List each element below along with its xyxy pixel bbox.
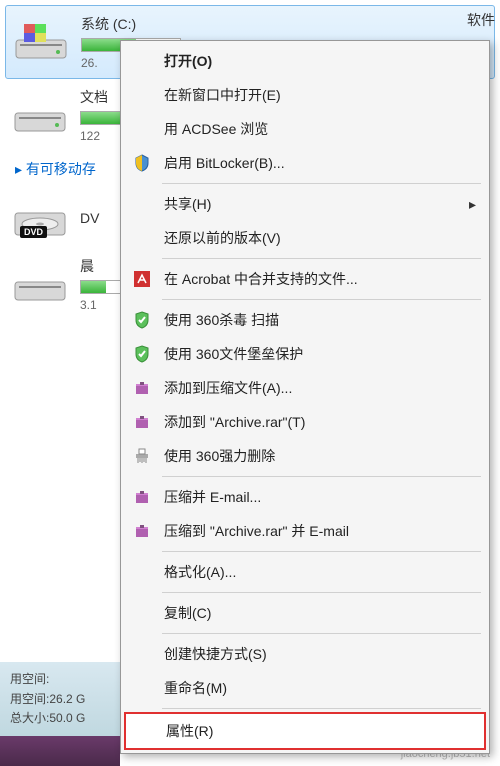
menu-separator	[162, 476, 481, 477]
menu-acrobat[interactable]: 在 Acrobat 中合并支持的文件...	[124, 262, 486, 296]
menu-separator	[162, 551, 481, 552]
winrar-icon	[132, 521, 152, 541]
total-size-label: 总大小:	[10, 709, 49, 728]
menu-format[interactable]: 格式化(A)...	[124, 555, 486, 589]
menu-restore-version[interactable]: 还原以前的版本(V)	[124, 221, 486, 255]
menu-acdsee[interactable]: 用 ACDSee 浏览	[124, 112, 486, 146]
dvd-icon: DVD	[10, 195, 70, 240]
menu-separator	[162, 633, 481, 634]
winrar-icon	[132, 412, 152, 432]
shield360-icon	[132, 310, 152, 330]
menu-open[interactable]: 打开(O)	[124, 44, 486, 78]
taskbar	[0, 736, 120, 766]
drive-icon	[10, 93, 70, 138]
menu-add-archive-rar[interactable]: 添加到 "Archive.rar"(T)	[124, 405, 486, 439]
menu-add-archive[interactable]: 添加到压缩文件(A)...	[124, 371, 486, 405]
menu-compress-email[interactable]: 压缩并 E-mail...	[124, 480, 486, 514]
menu-protect360[interactable]: 使用 360文件堡垒保护	[124, 337, 486, 371]
used-space-label: 用空间:	[10, 690, 49, 709]
menu-separator	[162, 299, 481, 300]
menu-separator	[162, 258, 481, 259]
shield360-icon	[132, 344, 152, 364]
menu-force-delete[interactable]: 使用 360强力删除	[124, 439, 486, 473]
shredder-icon	[132, 446, 152, 466]
drive-icon	[11, 20, 71, 65]
used-space-label: 用空间:	[10, 670, 49, 689]
menu-separator	[162, 592, 481, 593]
menu-copy[interactable]: 复制(C)	[124, 596, 486, 630]
used-space-value: 26.2 G	[49, 690, 85, 709]
menu-open-new-window[interactable]: 在新窗口中打开(E)	[124, 78, 486, 112]
drive-software[interactable]: 软件	[467, 10, 495, 30]
menu-scan360[interactable]: 使用 360杀毒 扫描	[124, 303, 486, 337]
adobe-icon	[132, 269, 152, 289]
shield-icon	[132, 153, 152, 173]
winrar-icon	[132, 487, 152, 507]
drive-details-panel: 用空间: 用空间: 26.2 G 总大小: 50.0 G	[0, 662, 120, 736]
menu-share[interactable]: 共享(H)	[124, 187, 486, 221]
drive-icon	[10, 262, 70, 307]
drive-label: 系统 (C:)	[81, 14, 489, 34]
total-size-value: 50.0 G	[49, 709, 85, 728]
menu-create-shortcut[interactable]: 创建快捷方式(S)	[124, 637, 486, 671]
menu-rename[interactable]: 重命名(M)	[124, 671, 486, 705]
menu-separator	[162, 708, 481, 709]
winrar-icon	[132, 378, 152, 398]
context-menu: 打开(O) 在新窗口中打开(E) 用 ACDSee 浏览 启用 BitLocke…	[120, 40, 490, 754]
menu-properties[interactable]: 属性(R)	[124, 712, 486, 750]
menu-separator	[162, 183, 481, 184]
menu-compress-rar-email[interactable]: 压缩到 "Archive.rar" 并 E-mail	[124, 514, 486, 548]
menu-bitlocker[interactable]: 启用 BitLocker(B)...	[124, 146, 486, 180]
